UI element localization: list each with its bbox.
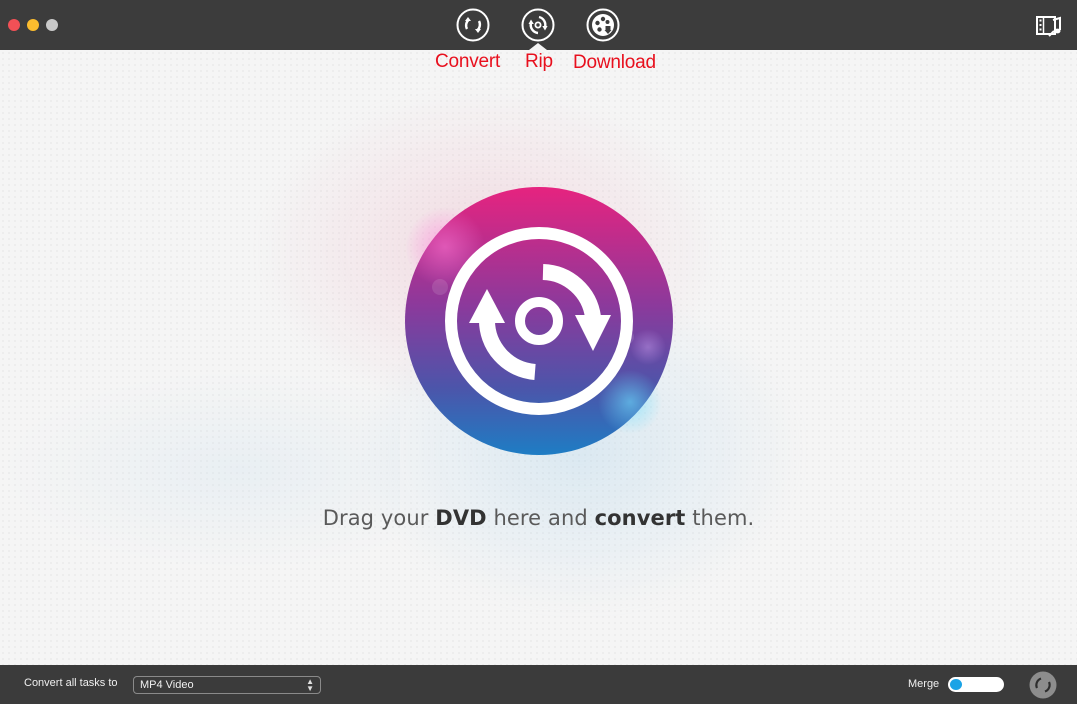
merge-label: Merge — [908, 678, 940, 690]
bottom-bar: Convert all tasks to MP4 Video ▲ ▼ Merge — [0, 665, 1077, 704]
tab-rip-label[interactable]: Rip — [525, 51, 553, 73]
close-window-button[interactable] — [8, 19, 20, 31]
film-reel-download-icon — [586, 8, 620, 42]
convert-run-icon — [1029, 671, 1057, 699]
merge-toggle-knob — [950, 679, 962, 690]
start-convert-button[interactable] — [1029, 671, 1057, 699]
tab-convert-button[interactable] — [456, 8, 490, 42]
minimize-window-button[interactable] — [27, 19, 39, 31]
film-music-icon — [1036, 16, 1061, 37]
output-format-value: MP4 Video — [140, 679, 194, 691]
prompt-text-part: here and — [486, 506, 595, 530]
maximize-window-button[interactable] — [46, 19, 58, 31]
prompt-text-bold-dvd: DVD — [435, 506, 487, 530]
background-watercolor-blue-left — [0, 370, 400, 570]
rip-disc-hero-button[interactable] — [405, 187, 673, 455]
convert-all-label: Convert all tasks to — [24, 677, 118, 689]
tab-download-label[interactable]: Download — [573, 52, 656, 74]
select-updown-icon: ▲ ▼ — [306, 677, 314, 693]
drop-prompt-text: Drag your DVD here and convert them. — [0, 506, 1077, 530]
active-tab-indicator — [529, 43, 547, 50]
prompt-text-part: Drag your — [322, 506, 436, 530]
disc-rip-icon — [405, 187, 673, 455]
drop-zone[interactable]: Drag your DVD here and convert them. — [0, 50, 1077, 665]
media-browser-button[interactable] — [1035, 14, 1063, 38]
tab-convert-label[interactable]: Convert — [435, 51, 500, 73]
convert-arrows-icon — [456, 8, 490, 42]
output-format-select[interactable]: MP4 Video ▲ ▼ — [133, 676, 321, 694]
disc-rip-icon — [521, 8, 555, 42]
tab-rip-button[interactable] — [521, 8, 555, 42]
prompt-text-part: them. — [685, 506, 755, 530]
prompt-text-bold-convert: convert — [594, 506, 686, 530]
tab-labels: Convert Rip Download — [0, 50, 1077, 80]
tab-download-button[interactable] — [586, 8, 620, 42]
window-controls — [8, 19, 58, 31]
merge-toggle[interactable] — [948, 677, 1004, 692]
